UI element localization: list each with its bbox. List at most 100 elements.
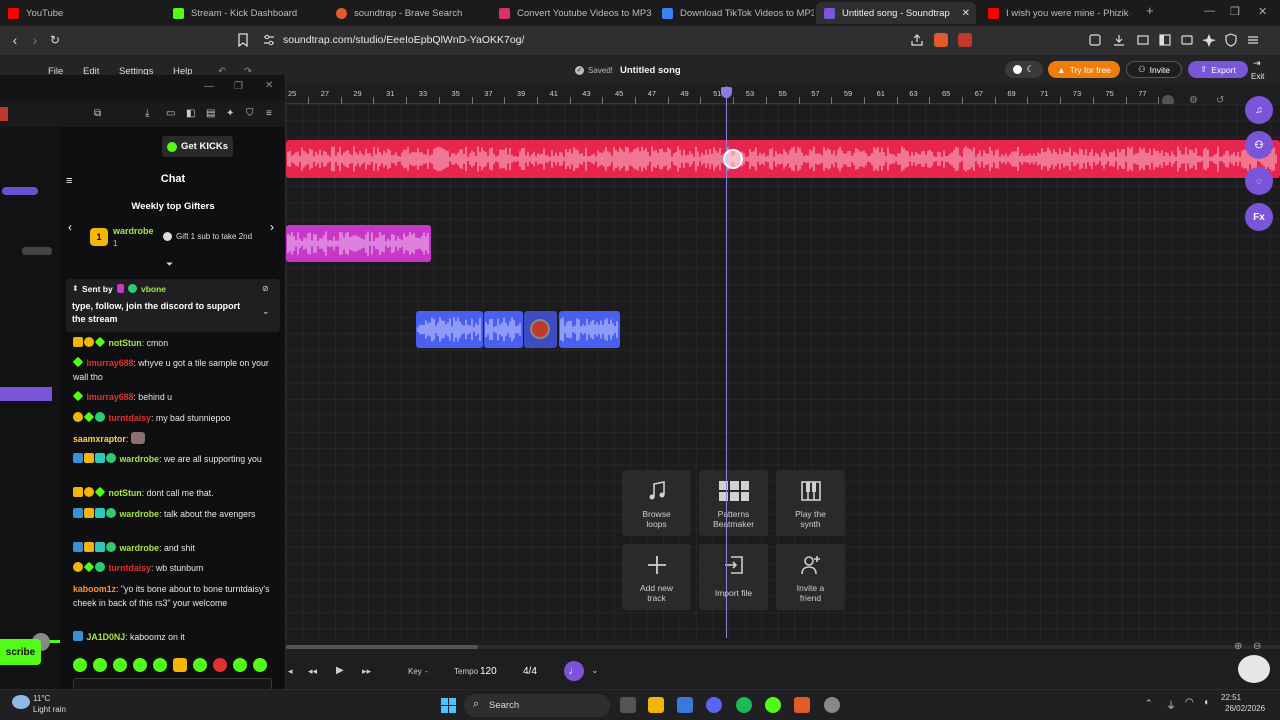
chat-username[interactable]: notStun xyxy=(108,338,141,348)
windows-start-icon[interactable] xyxy=(441,698,456,713)
chat-message[interactable]: wardrobe: we are all supporting you xyxy=(73,453,280,467)
effects-panel-button[interactable]: Fx xyxy=(1245,203,1273,231)
theme-toggle[interactable]: ☾ xyxy=(1005,61,1043,78)
wallet-icon[interactable] xyxy=(1180,33,1194,47)
weather-temp[interactable]: 11°C xyxy=(33,694,50,703)
gifters-next-icon[interactable]: › xyxy=(270,220,274,234)
collaborators-button[interactable]: ⚇ xyxy=(1245,131,1273,159)
chat-username[interactable]: saamxraptor xyxy=(73,434,126,444)
weather-icon[interactable] xyxy=(12,695,30,709)
brave-shields-icon[interactable] xyxy=(934,33,948,47)
horizontal-scrollbar[interactable] xyxy=(286,645,1280,649)
skip-back-icon[interactable]: ◂◂ xyxy=(308,666,317,677)
play-icon[interactable]: ▶ xyxy=(336,665,344,676)
emote-icon[interactable] xyxy=(113,658,127,672)
chat-username[interactable]: wardrobe xyxy=(119,509,159,519)
store-icon[interactable] xyxy=(677,697,693,713)
tab-youtube[interactable]: YouTube xyxy=(0,2,160,24)
chat-message[interactable]: turntdaisy: my bad stunniepoo xyxy=(73,411,280,426)
kick-app-icon[interactable] xyxy=(765,697,781,713)
tuner-icon[interactable]: ♩ xyxy=(564,661,584,681)
pinned-message[interactable]: ⬍ Sent by vbone ⊘ type, follow, join the… xyxy=(66,279,280,332)
chat-panel-button[interactable]: ◌ xyxy=(1245,167,1273,195)
exit-label[interactable]: Exit xyxy=(1251,72,1264,81)
chat-message[interactable]: lmurray688: behind u xyxy=(72,390,280,405)
key-value[interactable]: - xyxy=(425,667,428,676)
site-settings-icon[interactable] xyxy=(262,33,276,47)
try-free-button[interactable]: ▲ Try for free xyxy=(1048,61,1120,78)
scrollbar-thumb[interactable] xyxy=(286,645,478,649)
get-kicks-button[interactable]: Get KICKs xyxy=(162,136,233,157)
invite-friend-button[interactable]: Invite a friend xyxy=(776,544,845,610)
chat-message[interactable]: JA1D0NJ: kaboomz on it xyxy=(73,631,280,645)
loops-panel-button[interactable]: ♫ xyxy=(1245,96,1273,124)
play-synth-button[interactable]: Play the synth xyxy=(776,470,845,536)
audio-region-track3a[interactable] xyxy=(416,311,483,348)
emote-icon[interactable] xyxy=(133,658,147,672)
audio-region-track1[interactable] xyxy=(286,140,1280,178)
emote-icon[interactable] xyxy=(153,658,167,672)
extensions-icon[interactable] xyxy=(1088,33,1102,47)
emote-icon[interactable] xyxy=(73,658,87,672)
chat-username[interactable]: notStun xyxy=(108,488,141,498)
tab-youtube-song[interactable]: I wish you were mine - Phizik - YouT xyxy=(980,2,1132,24)
discord-icon[interactable] xyxy=(706,697,722,713)
minimize-icon[interactable]: — xyxy=(1204,5,1215,17)
playhead-handle[interactable] xyxy=(721,87,732,98)
emote-icon[interactable] xyxy=(233,658,247,672)
sidebar-icon[interactable] xyxy=(1158,33,1172,47)
emote-icon[interactable] xyxy=(213,658,227,672)
chat-username[interactable]: JA1D0NJ xyxy=(86,632,125,642)
tab-groups-icon[interactable] xyxy=(1136,33,1150,47)
close-window-icon[interactable]: ✕ xyxy=(265,80,273,91)
skip-forward-icon[interactable]: ▸▸ xyxy=(362,666,371,677)
chat-username[interactable]: turntdaisy xyxy=(108,563,151,573)
tempo-value[interactable]: 120 xyxy=(480,666,497,677)
song-title[interactable]: Untitled song xyxy=(620,65,681,76)
chat-message[interactable]: notStun: dont call me that. xyxy=(73,486,280,501)
chat-message[interactable]: wardrobe: and shit xyxy=(73,542,280,556)
tab-tiktok-mp3[interactable]: Download TikTok Videos to MP3 - Fr xyxy=(654,2,814,24)
browse-loops-button[interactable]: Browse loops xyxy=(622,470,691,536)
audio-region-track2[interactable] xyxy=(286,225,431,262)
chat-message[interactable]: turntdaisy: wb stunbum xyxy=(73,561,280,576)
subscribe-button[interactable]: scribe xyxy=(0,639,41,665)
chat-message[interactable]: kaboom1z: "yo its bone about to bone tur… xyxy=(73,583,280,610)
close-tab-icon[interactable]: ✕ xyxy=(962,8,970,19)
add-new-track-button[interactable]: Add new track xyxy=(622,544,691,610)
network-icon[interactable]: ◠ xyxy=(1185,697,1194,708)
playhead-marker-icon[interactable] xyxy=(723,149,743,169)
tab-kick-dashboard[interactable]: Stream - Kick Dashboard xyxy=(165,2,327,24)
arrangement-grid[interactable]: Browse loops Patterns Beatmaker Play the sy… xyxy=(286,104,1280,640)
menu-icon[interactable]: ≡ xyxy=(266,108,272,119)
chat-username[interactable]: lmurray688 xyxy=(86,358,133,368)
url-text[interactable]: soundtrap.com/studio/EeeIoEpbQlWnD-YaOKK… xyxy=(283,34,524,46)
tab-groups-icon[interactable]: ▭ xyxy=(166,108,175,119)
spotify-icon[interactable] xyxy=(736,697,752,713)
emote-icon[interactable] xyxy=(173,658,187,672)
pinned-sender[interactable]: vbone xyxy=(141,284,166,294)
leo-ai-icon[interactable] xyxy=(1202,33,1216,47)
chat-message[interactable]: wardrobe: talk about the avengers xyxy=(73,508,280,522)
tab-soundtrap[interactable]: Untitled song - Soundtrap ✕ xyxy=(816,2,976,24)
scroll-down-icon[interactable]: ⏷ xyxy=(166,259,173,270)
vpn-shield-icon[interactable]: ⛉ xyxy=(246,108,254,119)
time-signature[interactable]: 4/4 xyxy=(523,666,537,677)
volume-icon[interactable]: ◖ xyxy=(1203,697,1209,708)
chat-message[interactable]: notStun: cmon xyxy=(73,336,280,351)
emote-icon[interactable] xyxy=(253,658,267,672)
chat-message[interactable]: lmurray688: whyve u got a tile sample on… xyxy=(72,356,280,384)
maximize-icon[interactable]: ❐ xyxy=(234,81,243,92)
chat-message[interactable]: saamxraptor: xyxy=(73,432,280,447)
chat-username[interactable]: wardrobe xyxy=(119,454,159,464)
tray-expand-icon[interactable]: ⌃ xyxy=(1145,698,1153,709)
tab-youtube-mp3[interactable]: Convert Youtube Videos to MP3 for xyxy=(491,2,654,24)
weather-desc[interactable]: Light rain xyxy=(33,705,66,714)
gifters-prev-icon[interactable]: ‹ xyxy=(68,220,72,234)
reload-icon[interactable]: ↻ xyxy=(47,32,63,48)
clock-time[interactable]: 22:51 xyxy=(1221,693,1241,702)
stream-video-preview[interactable]: ⚙ xyxy=(0,127,60,689)
zoom-out-icon[interactable]: ⊖ xyxy=(1253,641,1261,652)
audio-region-track3b[interactable] xyxy=(484,311,523,348)
maximize-icon[interactable]: ❐ xyxy=(1230,5,1240,18)
